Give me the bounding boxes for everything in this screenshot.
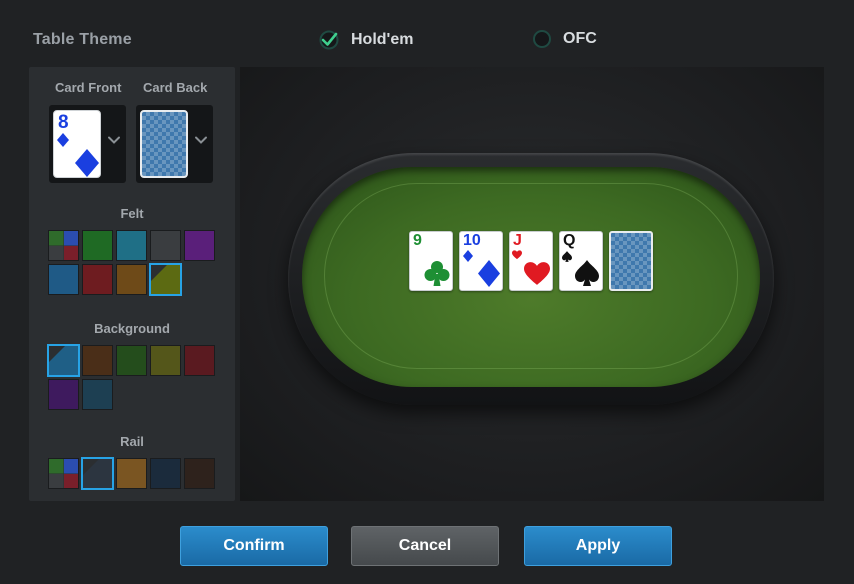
card-rank: 10 [463,232,481,249]
card-front-rank: 8 [58,112,69,133]
rail-swatch-dark-selected[interactable] [81,457,114,490]
diamond-icon [75,149,99,177]
background-swatch-purple[interactable] [48,379,79,410]
felt-swatch-green[interactable] [82,230,113,261]
card-back-selector[interactable] [136,105,213,183]
card-rank: Q [563,232,576,249]
ofc-label: OFC [563,30,597,47]
background-swatch-slate[interactable] [82,379,113,410]
rail-swatch-navy[interactable] [150,458,181,489]
card-rank: J [513,232,522,249]
ofc-option[interactable]: OFC [533,30,597,48]
spade-icon [575,260,599,286]
felt-swatch-olive-selected[interactable] [149,263,182,296]
card-front-label: Card Front [55,80,122,95]
felt-swatch-red[interactable] [82,264,113,295]
background-title: Background [94,321,170,336]
felt-swatch-gray[interactable] [150,230,181,261]
apply-button[interactable]: Apply [524,526,672,566]
page-title: Table Theme [33,31,132,48]
felt-swatch-blue[interactable] [48,264,79,295]
spade-icon [562,251,572,262]
selected-corner-marker [151,265,167,281]
confirm-button[interactable]: Confirm [180,526,328,566]
heart-icon [512,250,522,260]
diamond-icon [478,260,500,287]
cancel-button[interactable]: Cancel [351,526,499,566]
holdem-option[interactable]: Hold'em [319,30,413,50]
heart-icon [524,262,550,285]
selected-corner-marker [49,346,65,362]
card-front-preview: 8 [53,110,101,178]
background-swatch-blue-selected[interactable] [47,344,80,377]
rail-swatch-gold[interactable] [116,458,147,489]
selected-corner-marker [83,459,99,475]
background-swatch-olive[interactable] [150,345,181,376]
felt-swatch-multicolor[interactable] [48,230,79,261]
diamond-icon [463,250,473,262]
chevron-down-icon[interactable] [107,133,121,147]
rail-title: Rail [120,434,144,449]
card-back-preview [140,110,188,178]
board-card-3: J [509,231,553,291]
radio-icon [533,30,551,48]
board-card-4: Q [559,231,603,291]
check-icon [319,30,339,50]
board-card-1: 9 [409,231,453,291]
table-preview: 9 10 J Q [240,67,824,501]
card-back-label: Card Back [143,80,208,95]
felt-swatch-purple[interactable] [184,230,215,261]
background-swatch-brown[interactable] [82,345,113,376]
diamond-icon [57,133,69,147]
background-swatch-green[interactable] [116,345,147,376]
felt-swatch-teal[interactable] [116,230,147,261]
holdem-label: Hold'em [351,31,414,48]
card-rank: 9 [413,232,422,249]
background-swatch-red[interactable] [184,345,215,376]
rail-swatch-dark-brown[interactable] [184,458,215,489]
board-card-2: 10 [459,231,503,291]
board-card-back [609,231,653,291]
rail-swatch-multicolor[interactable] [48,458,79,489]
felt-swatch-brown[interactable] [116,264,147,295]
felt-title: Felt [120,206,144,221]
club-icon [424,261,450,286]
card-front-selector[interactable]: 8 [49,105,126,183]
chevron-down-icon[interactable] [194,133,208,147]
theme-options-panel: Card Front Card Back 8 Felt Background R… [29,67,235,501]
